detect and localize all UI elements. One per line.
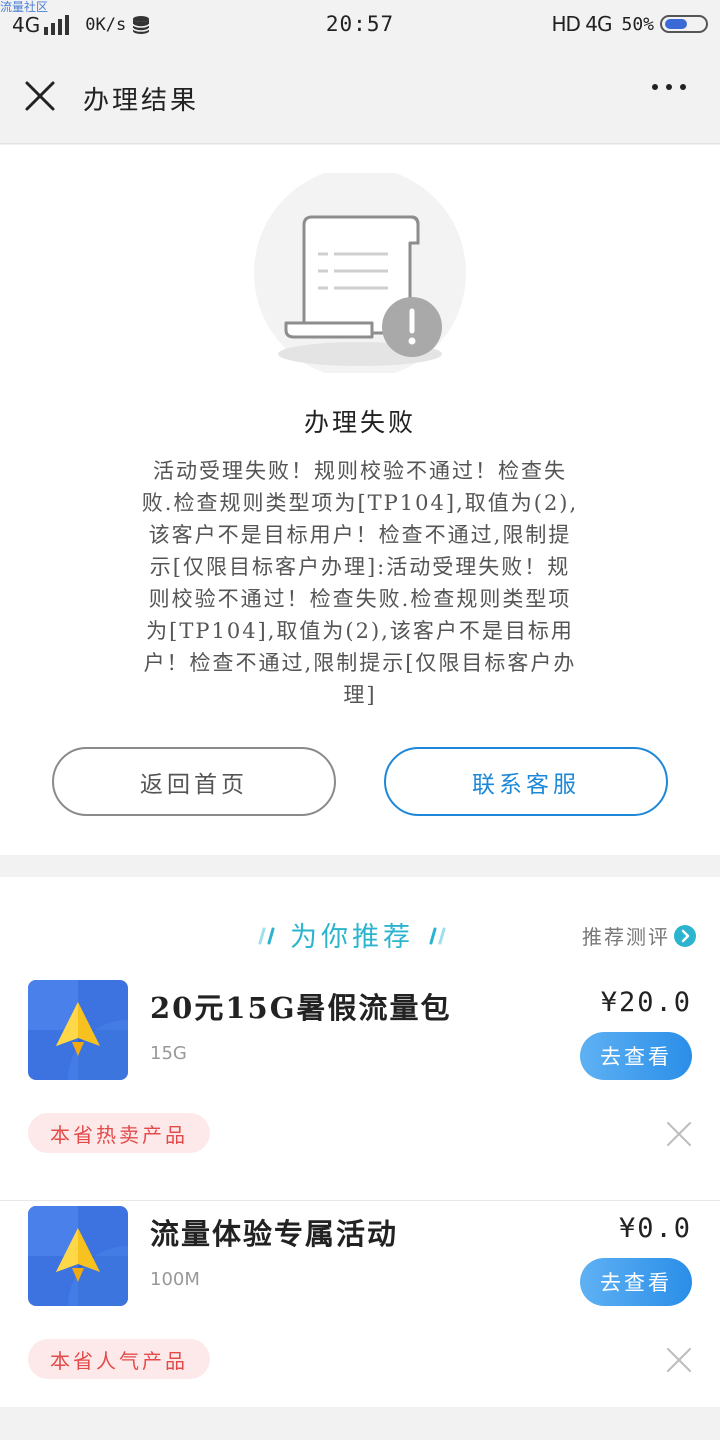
product-name: 流量体验专属活动	[150, 1217, 399, 1251]
result-message: 活动受理失败！规则校验不通过！检查失败.检查规则类型项为[TP104],取值为(…	[141, 459, 579, 707]
page-title: 办理结果	[83, 86, 200, 116]
nav-bar: 办理结果	[0, 50, 720, 144]
recommend-section: 为你推荐 推荐测评 20元15G暑假流量包 15G ¥20.0 去查看 本省热卖…	[0, 877, 720, 1407]
product-item[interactable]: 流量体验专属活动 100M ¥0.0 去查看 本省人气产品	[0, 1203, 720, 1427]
chevron-right-icon	[674, 924, 696, 947]
product-price: ¥0.0	[618, 1213, 692, 1244]
result-card: 办理失败 活动受理失败！规则校验不通过！检查失败.检查规则类型项为[TP104]…	[0, 145, 720, 855]
hd-network: HD 4G	[551, 12, 612, 36]
product-price: ¥20.0	[600, 987, 692, 1018]
more-icon[interactable]	[652, 84, 686, 90]
recommend-eval-label: 推荐测评	[582, 925, 670, 949]
document-warning-icon	[254, 173, 466, 373]
product-name: 20元15G暑假流量包	[150, 991, 452, 1025]
product-sub: 100M	[150, 1269, 200, 1290]
recommend-header: 为你推荐 推荐测评	[0, 915, 720, 955]
result-title: 办理失败	[303, 408, 416, 437]
dismiss-icon[interactable]	[666, 1121, 692, 1147]
paper-plane-icon	[28, 980, 128, 1080]
decor-slashes-icon	[258, 927, 275, 944]
battery-icon	[660, 15, 708, 33]
decor-slashes-icon	[429, 927, 446, 944]
watermark: 流量社区	[0, 0, 49, 14]
return-home-button[interactable]: 返回首页	[52, 747, 336, 816]
paper-plane-icon	[28, 1206, 128, 1306]
product-sub: 15G	[150, 1043, 187, 1064]
view-button[interactable]: 去查看	[580, 1032, 692, 1080]
status-bar: 4G 0K/s 20:57 HD 4G 50%	[0, 0, 720, 50]
product-item[interactable]: 20元15G暑假流量包 15G ¥20.0 去查看 本省热卖产品	[0, 977, 720, 1201]
close-icon[interactable]	[22, 78, 58, 114]
dismiss-icon[interactable]	[666, 1347, 692, 1373]
battery-level: 50%	[621, 13, 654, 35]
recommend-eval-link[interactable]: 推荐测评	[582, 921, 696, 950]
product-tag: 本省人气产品	[28, 1339, 210, 1379]
product-tag: 本省热卖产品	[28, 1113, 210, 1153]
contact-service-button[interactable]: 联系客服	[384, 747, 668, 816]
recommend-title: 为你推荐	[290, 922, 414, 953]
view-button[interactable]: 去查看	[580, 1258, 692, 1306]
